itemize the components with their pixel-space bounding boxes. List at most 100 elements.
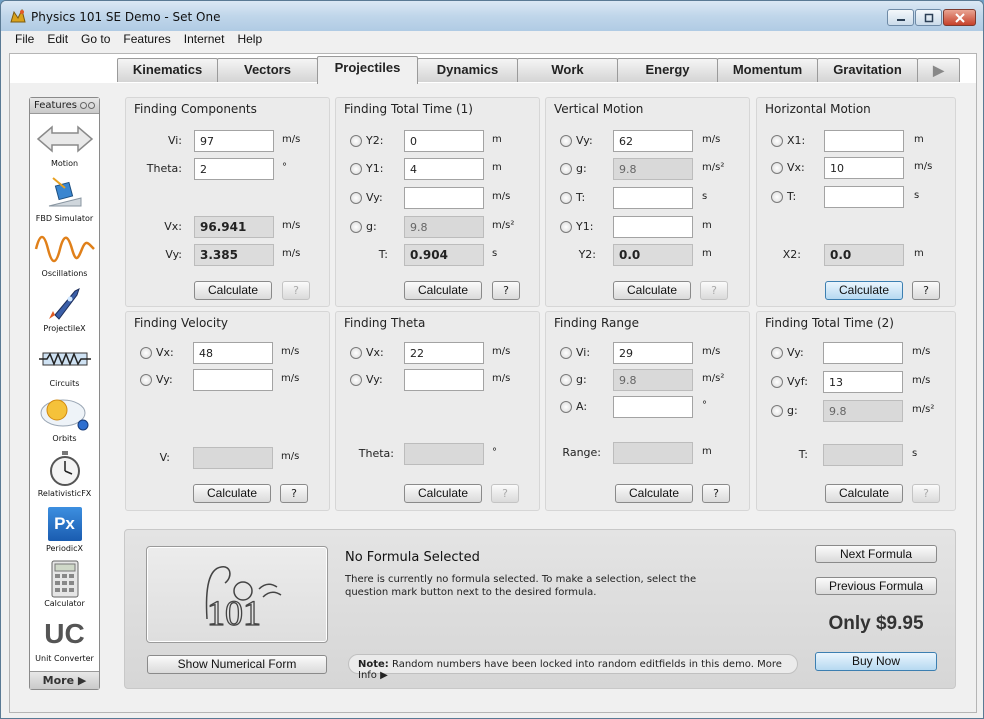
g-radio[interactable] (560, 374, 572, 386)
tab-momentum[interactable]: Momentum (717, 58, 818, 82)
sidebar-item-periodicx[interactable]: Px PeriodicX (30, 505, 99, 553)
menu-help[interactable]: Help (231, 31, 269, 48)
x2-result: 0.0 (824, 244, 904, 266)
buy-now-button[interactable]: Buy Now (815, 652, 937, 671)
formula-help-button[interactable]: ? (702, 484, 730, 503)
x1-radio[interactable] (771, 135, 783, 147)
vx-radio[interactable] (140, 347, 152, 359)
g-input[interactable]: 9.8 (404, 216, 484, 238)
g-input[interactable]: 9.8 (823, 400, 903, 422)
vy-radio[interactable] (350, 374, 362, 386)
t-radio[interactable] (560, 192, 572, 204)
tab-work[interactable]: Work (517, 58, 618, 82)
minimize-button[interactable] (887, 9, 914, 26)
vyf-radio[interactable] (771, 376, 783, 388)
t-row: T: s (757, 444, 955, 466)
range-row: Range: m (546, 442, 749, 464)
vyf-input[interactable]: 13 (823, 371, 903, 393)
g-radio[interactable] (560, 163, 572, 175)
sidebar-item-relativisticfx[interactable]: RelativisticFX (30, 450, 99, 498)
x1-input[interactable] (824, 130, 904, 152)
y1-radio[interactable] (560, 221, 572, 233)
tab-vectors[interactable]: Vectors (217, 58, 318, 82)
vi-radio[interactable] (560, 347, 572, 359)
sidebar-item-motion[interactable]: Motion (30, 120, 99, 168)
vx-result: 96.941 (194, 216, 274, 238)
sidebar-more-button[interactable]: More ▶ (30, 671, 99, 689)
sidebar-view-toggle[interactable] (79, 101, 95, 112)
y1-input[interactable] (613, 216, 693, 238)
g-radio[interactable] (350, 221, 362, 233)
y2-input[interactable]: 0 (404, 130, 484, 152)
vy-input[interactable] (404, 369, 484, 391)
vy-input[interactable] (404, 187, 484, 209)
vy-radio[interactable] (560, 135, 572, 147)
vy-radio[interactable] (350, 192, 362, 204)
close-button[interactable] (943, 9, 976, 26)
calculate-button[interactable]: Calculate (613, 281, 691, 300)
g-input[interactable]: 9.8 (613, 369, 693, 391)
g-input[interactable]: 9.8 (613, 158, 693, 180)
calculate-button[interactable]: Calculate (615, 484, 693, 503)
sidebar-item-oscillations[interactable]: Oscillations (30, 230, 99, 278)
tab-dynamics[interactable]: Dynamics (417, 58, 518, 82)
formula-help-button[interactable]: ? (912, 484, 940, 503)
vy-input[interactable] (823, 342, 903, 364)
formula-help-button[interactable]: ? (282, 281, 310, 300)
vi-input[interactable]: 29 (613, 342, 693, 364)
calculate-button[interactable]: Calculate (194, 281, 272, 300)
sidebar-item-projectilex[interactable]: ProjectileX (30, 285, 99, 333)
vy-radio[interactable] (771, 347, 783, 359)
menu-edit[interactable]: Edit (41, 31, 75, 48)
formula-help-button[interactable]: ? (280, 484, 308, 503)
calculate-button[interactable]: Calculate (825, 281, 903, 300)
g-radio[interactable] (771, 405, 783, 417)
sidebar-item-calculator[interactable]: Calculator (30, 560, 99, 608)
formula-help-button[interactable]: ? (912, 281, 940, 300)
vx-radio[interactable] (771, 162, 783, 174)
a-input[interactable] (613, 396, 693, 418)
theta-input[interactable]: 2 (194, 158, 274, 180)
tab-gravitation[interactable]: Gravitation (817, 58, 918, 82)
demo-note[interactable]: Note: Random numbers have been locked in… (348, 654, 798, 681)
vy-input[interactable]: 62 (613, 130, 693, 152)
formula-help-button[interactable]: ? (700, 281, 728, 300)
tab-energy[interactable]: Energy (617, 58, 718, 82)
vy-input[interactable] (193, 369, 273, 391)
menu-internet[interactable]: Internet (178, 31, 232, 48)
vi-input[interactable]: 97 (194, 130, 274, 152)
t-radio[interactable] (771, 191, 783, 203)
calculator-icon (51, 560, 78, 598)
maximize-button[interactable] (915, 9, 942, 26)
tab-kinematics[interactable]: Kinematics (117, 58, 218, 82)
formula-help-button[interactable]: ? (491, 484, 519, 503)
sidebar-item-orbits[interactable]: Orbits (30, 395, 99, 443)
t-input[interactable] (824, 186, 904, 208)
sidebar-item-circuits[interactable]: Circuits (30, 340, 99, 388)
tab-scroll-right[interactable]: ▶ (917, 58, 960, 82)
y2-radio[interactable] (350, 135, 362, 147)
formula-help-button[interactable]: ? (492, 281, 520, 300)
menu-file[interactable]: File (9, 31, 41, 48)
show-numerical-form-button[interactable]: Show Numerical Form (147, 655, 327, 674)
a-radio[interactable] (560, 401, 572, 413)
calculate-button[interactable]: Calculate (404, 281, 482, 300)
next-formula-button[interactable]: Next Formula (815, 545, 937, 563)
calculate-button[interactable]: Calculate (825, 484, 903, 503)
sidebar-item-unit-converter[interactable]: UC Unit Converter (30, 615, 99, 663)
tab-projectiles[interactable]: Projectiles (317, 56, 418, 84)
calculate-button[interactable]: Calculate (193, 484, 271, 503)
vy-radio[interactable] (140, 374, 152, 386)
t-input[interactable] (613, 187, 693, 209)
vx-input[interactable]: 10 (824, 157, 904, 179)
vx-radio[interactable] (350, 347, 362, 359)
menu-features[interactable]: Features (117, 31, 177, 48)
y1-radio[interactable] (350, 163, 362, 175)
menu-goto[interactable]: Go to (75, 31, 117, 48)
calculate-button[interactable]: Calculate (404, 484, 482, 503)
vx-input[interactable]: 22 (404, 342, 484, 364)
previous-formula-button[interactable]: Previous Formula (815, 577, 937, 595)
sidebar-item-fbd-simulator[interactable]: FBD Simulator (30, 175, 99, 223)
y1-input[interactable]: 4 (404, 158, 484, 180)
vx-input[interactable]: 48 (193, 342, 273, 364)
